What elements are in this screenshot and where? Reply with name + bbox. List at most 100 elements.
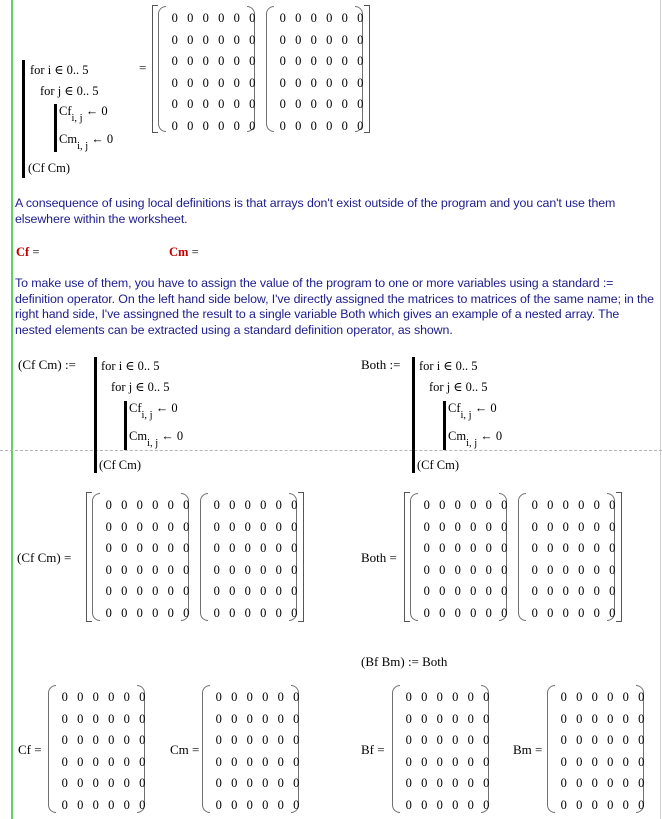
paragraph-assign-explanation: To make use of them, you have to assign …	[15, 276, 654, 337]
matrix-cell: 0	[578, 519, 585, 534]
matrix-cell: 0	[121, 562, 128, 577]
matrix-cell: 0	[470, 519, 477, 534]
matrix-cell: 0	[262, 754, 269, 769]
matrix-cell: 0	[310, 118, 317, 133]
matrix-grid: 000000000000000000000000000000000000	[57, 687, 150, 817]
matrix-cell: 0	[215, 711, 222, 726]
left-paren	[410, 493, 418, 621]
matrix-cf[interactable]: 000000000000000000000000000000000000	[48, 685, 145, 813]
matrix-cell: 0	[108, 776, 115, 791]
nested-matrix-top[interactable]: 0000000000000000000000000000000000000000…	[152, 5, 370, 133]
matrix-cell: 0	[77, 711, 84, 726]
matrix-cell: 0	[578, 562, 585, 577]
matrix-cell: 0	[591, 754, 598, 769]
cf-assign: Cfi, j ← 0	[129, 401, 178, 421]
matrix-cell: 0	[139, 711, 146, 726]
undefined-cf[interactable]: Cf =	[16, 244, 39, 260]
cm-eval-lhs[interactable]: Cm =	[170, 742, 199, 758]
matrix-cell: 0	[576, 776, 583, 791]
bm-eval-lhs[interactable]: Bm =	[513, 742, 542, 758]
matrix-bf[interactable]: 000000000000000000000000000000000000	[392, 685, 489, 813]
matrix-cell: 0	[341, 11, 348, 25]
matrix-cell: 0	[439, 584, 446, 599]
program-block-left[interactable]: for i ∈ 0.. 5 for j ∈ 0.. 5 Cfi, j ← 0 C…	[94, 355, 214, 475]
matrix-cell: 0	[436, 776, 443, 791]
matrix-cell: 0	[249, 11, 256, 25]
matrix-cell: 0	[167, 584, 174, 599]
matrix-cell: 0	[92, 797, 99, 812]
matrix-cell: 0	[108, 797, 115, 812]
matrix-cell: 0	[562, 498, 569, 512]
left-paren	[92, 493, 100, 621]
matrix-cell: 0	[213, 498, 220, 512]
matrix-cm[interactable]: 000000000000000000000000000000000000	[202, 685, 299, 813]
matrix-cell: 0	[593, 498, 600, 512]
matrix-cell: 0	[607, 690, 614, 704]
cf-eval-lhs[interactable]: Cf =	[18, 742, 42, 758]
nested-matrix-left[interactable]: 0000000000000000000000000000000000000000…	[86, 492, 304, 622]
matrix-cell: 0	[501, 605, 508, 620]
left-paren	[518, 493, 526, 621]
matrix-cell: 0	[246, 776, 253, 791]
matrix-cell: 0	[560, 711, 567, 726]
matrix-cell: 0	[275, 562, 282, 577]
matrix-cell: 0	[454, 498, 461, 512]
matrix-cell: 0	[293, 690, 300, 704]
matrix-cell: 0	[218, 11, 225, 25]
matrix-cell: 0	[246, 711, 253, 726]
extract-definition[interactable]: (Bf Bm) := Both	[361, 654, 447, 670]
program-block-right[interactable]: for i ∈ 0.. 5 for j ∈ 0.. 5 Cfi, j ← 0 C…	[412, 355, 532, 475]
matrix-cell: 0	[622, 776, 629, 791]
matrix-cell: 0	[275, 519, 282, 534]
matrix-cell: 0	[262, 733, 269, 748]
right-definition-lhs[interactable]: Both :=	[361, 357, 400, 373]
matrix-cell: 0	[295, 32, 302, 47]
matrix-cell: 0	[167, 605, 174, 620]
matrix-bm[interactable]: 000000000000000000000000000000000000	[547, 685, 644, 813]
matrix-cell: 0	[77, 797, 84, 812]
matrix-cell: 0	[277, 776, 284, 791]
undefined-cm[interactable]: Cm =	[169, 244, 199, 260]
matrix-cell: 0	[607, 754, 614, 769]
matrix-grid: 000000000000000000000000000000000000	[556, 687, 649, 817]
matrix-cell: 0	[249, 118, 256, 133]
matrix-cell: 0	[229, 605, 236, 620]
matrix-cell: 0	[357, 118, 364, 133]
matrix-cell: 0	[485, 605, 492, 620]
matrix-cell: 0	[467, 776, 474, 791]
matrix-cell: 0	[439, 498, 446, 512]
matrix-cell: 0	[593, 519, 600, 534]
matrix-cell: 0	[213, 541, 220, 556]
nested-matrix-right[interactable]: 0000000000000000000000000000000000000000…	[404, 492, 622, 622]
bf-eval-lhs[interactable]: Bf =	[361, 742, 385, 758]
matrix-cell: 0	[229, 541, 236, 556]
matrix-cell: 0	[485, 541, 492, 556]
matrix-cell: 0	[123, 711, 130, 726]
matrix-cell: 0	[578, 605, 585, 620]
matrix-cell: 0	[638, 776, 645, 791]
matrix-cell: 0	[187, 97, 194, 112]
matrix-cell: 0	[152, 519, 159, 534]
matrix-cell: 0	[233, 54, 240, 69]
matrix-cell: 0	[171, 32, 178, 47]
matrix-cell: 0	[591, 797, 598, 812]
program-block-top[interactable]: for i ∈ 0.. 5 for j ∈ 0.. 5 Cfi, j ← 0 C…	[22, 58, 142, 178]
right-eval-lhs[interactable]: Both =	[361, 550, 397, 566]
matrix-cell: 0	[423, 498, 430, 512]
matrix-cell: 0	[470, 498, 477, 512]
matrix-cell: 0	[249, 97, 256, 112]
matrix-cell: 0	[244, 541, 251, 556]
matrix-cell: 0	[454, 562, 461, 577]
matrix-cell: 0	[436, 690, 443, 704]
matrix-cell: 0	[293, 711, 300, 726]
matrix-cell: 0	[578, 541, 585, 556]
matrix-cell: 0	[622, 711, 629, 726]
matrix-6x6: 000000000000000000000000000000000000	[200, 493, 297, 621]
left-definition-lhs[interactable]: (Cf Cm) :=	[18, 357, 76, 373]
matrix-cell: 0	[439, 541, 446, 556]
matrix-cell: 0	[607, 776, 614, 791]
left-eval-lhs[interactable]: (Cf Cm) =	[17, 550, 71, 566]
matrix-cell: 0	[183, 562, 190, 577]
for-i-line: for i ∈ 0.. 5	[101, 359, 160, 373]
matrix-cell: 0	[244, 605, 251, 620]
